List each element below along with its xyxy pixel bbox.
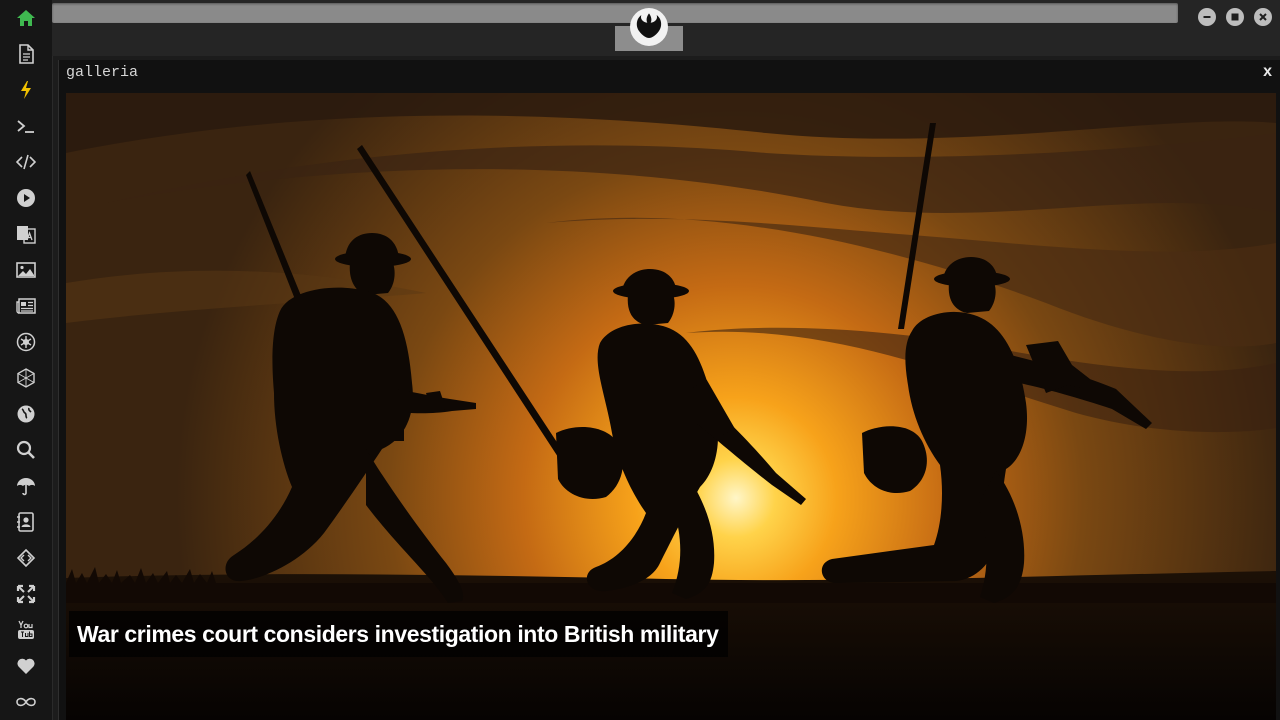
heart-icon[interactable] bbox=[13, 653, 39, 679]
infinity-icon[interactable] bbox=[13, 689, 39, 715]
rebel-logo-icon[interactable] bbox=[630, 8, 668, 46]
minimize-icon bbox=[1203, 16, 1211, 18]
search-icon[interactable] bbox=[13, 437, 39, 463]
image-icon[interactable] bbox=[13, 257, 39, 283]
code-diamond-icon[interactable] bbox=[13, 545, 39, 571]
code-icon[interactable] bbox=[13, 149, 39, 175]
minimize-button[interactable] bbox=[1198, 8, 1216, 26]
address-bar[interactable] bbox=[52, 3, 1178, 23]
sidebar bbox=[0, 0, 53, 720]
hexagon-icon[interactable] bbox=[13, 365, 39, 391]
document-icon[interactable] bbox=[13, 41, 39, 67]
panel-title: galleria bbox=[66, 64, 139, 81]
translate-icon[interactable] bbox=[13, 221, 39, 247]
umbrella-icon[interactable] bbox=[13, 473, 39, 499]
close-window-button[interactable] bbox=[1254, 8, 1272, 26]
image-caption: War crimes court considers investigation… bbox=[69, 611, 728, 657]
play-icon[interactable] bbox=[13, 185, 39, 211]
expand-icon[interactable] bbox=[13, 581, 39, 607]
globe-icon[interactable] bbox=[13, 401, 39, 427]
lightning-icon[interactable] bbox=[13, 77, 39, 103]
terminal-icon[interactable] bbox=[13, 113, 39, 139]
contacts-icon[interactable] bbox=[13, 509, 39, 535]
youtube-icon[interactable] bbox=[13, 617, 39, 643]
newspaper-icon[interactable] bbox=[13, 293, 39, 319]
home-icon[interactable] bbox=[13, 5, 39, 31]
panel-close-button[interactable]: x bbox=[1263, 63, 1272, 81]
close-icon bbox=[1259, 13, 1267, 21]
rebel-icon[interactable] bbox=[13, 329, 39, 355]
maximize-icon bbox=[1231, 13, 1239, 21]
maximize-button[interactable] bbox=[1226, 8, 1244, 26]
